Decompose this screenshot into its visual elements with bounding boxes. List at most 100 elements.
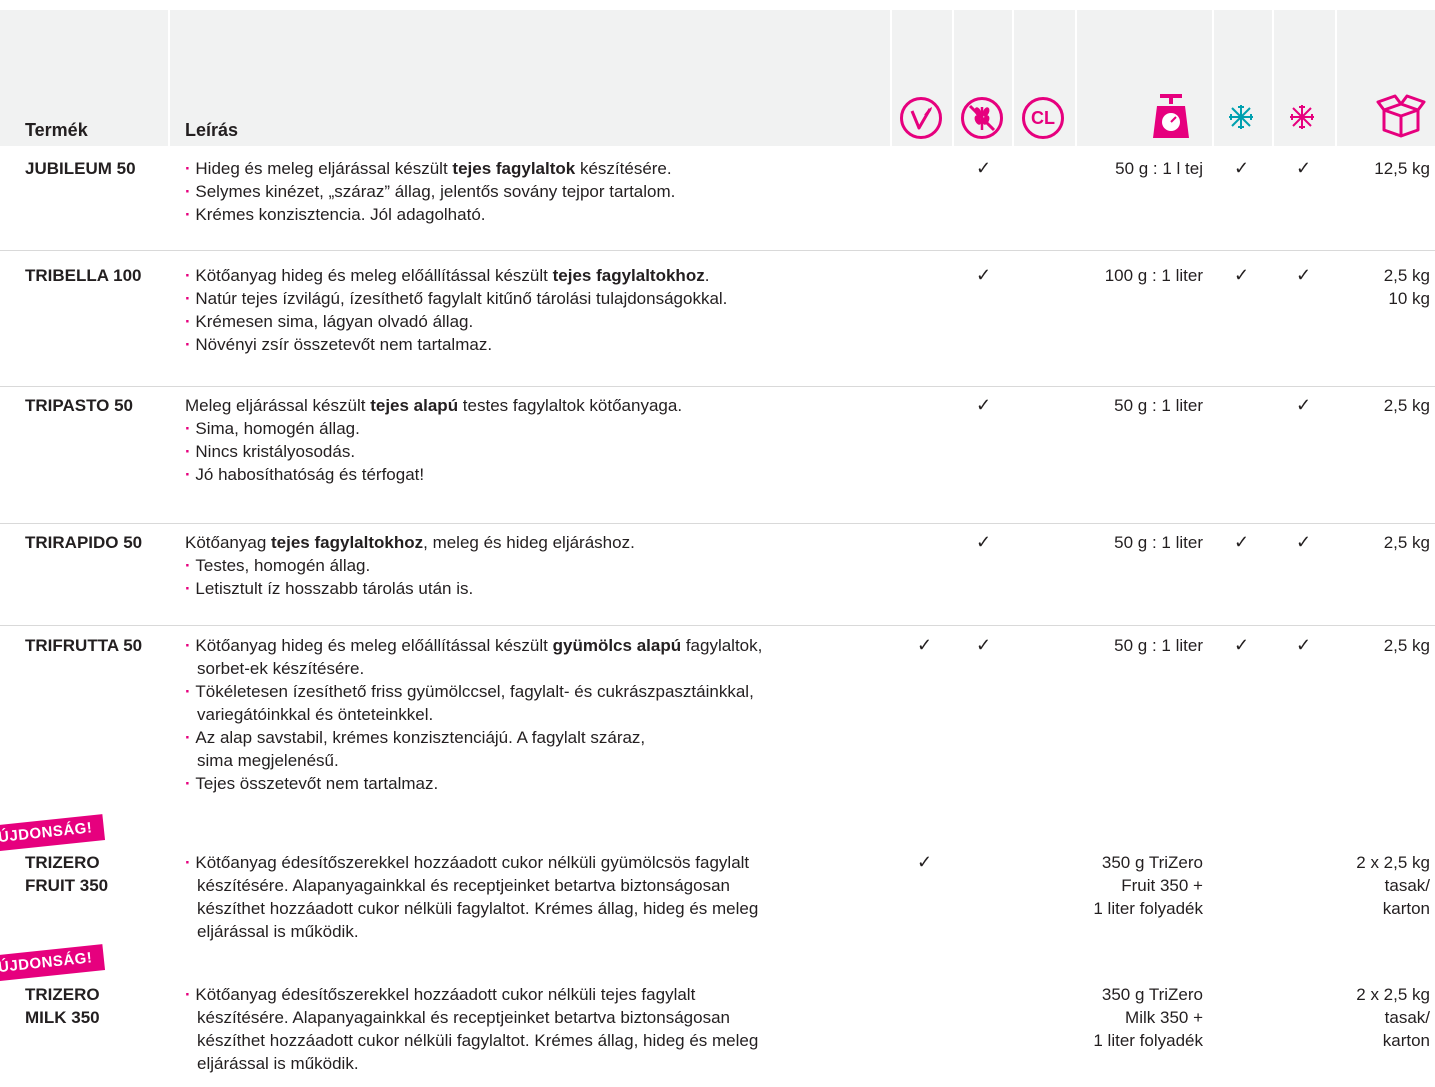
dosage-line: Fruit 350 + [1121,876,1203,895]
freezer-pink-check: ✓ [1296,532,1312,552]
product-name: TRIFRUTTA 50 [25,634,142,657]
description-text: Növényi zsír összetevőt nem tartalmaz. [195,335,493,354]
dosage-line: 1 liter folyadék [1093,899,1203,918]
description-text: testes fagylaltok kötőanyaga. [458,396,683,415]
description-text: sima megjelenésű. [197,751,339,770]
gluten-free-check: ✓ [976,635,992,655]
new-badge: ÚJDONSÁG! [0,814,106,852]
table-header: Termék Leírás CL [0,10,1435,146]
product-description: Meleg eljárással készült tejes alapú tes… [185,394,875,486]
description-line: sima megjelenésű. [185,749,875,772]
description-line: · Hideg és meleg eljárással készült teje… [185,157,875,180]
packaging: 2,5 kg 10 kg [1384,264,1430,310]
description-line: · Az alap savstabil, krémes konzisztenci… [185,726,875,749]
description-line: · Kötőanyag hideg és meleg előállítással… [185,264,875,287]
product-description: · Hideg és meleg eljárással készült teje… [185,157,875,226]
dosage-line: 1 liter folyadék [1093,1031,1203,1050]
bullet-marker: · [185,985,196,1004]
packaging-line: 2,5 kg [1383,533,1430,552]
packaging: 2,5 kg [1384,394,1430,417]
description-text: Letisztult íz hosszabb tárolás után is. [195,579,474,598]
packaging-line: 12,5 kg [1374,159,1430,178]
dosage: 50 g : 1 liter [1114,394,1203,417]
row-divider [0,250,1435,251]
packaging: 2,5 kg [1384,531,1430,554]
description-line: eljárással is működik. [185,1052,875,1075]
description-line: · Növényi zsír összetevőt nem tartalmaz. [185,333,875,356]
scale-icon [1153,94,1189,138]
packaging-line: karton [1382,899,1430,918]
product-name: JUBILEUM 50 [25,157,136,180]
description-text: Jó habosíthatóság és térfogat! [195,465,425,484]
description-line: · Natúr tejes ízvilágú, ízesíthető fagyl… [185,287,875,310]
product-name: TRIPASTO 50 [25,394,133,417]
bullet-marker: · [185,335,196,354]
description-text: Kötőanyag édesítőszerekkel hozzáadott cu… [195,853,750,872]
description-line: variegátóinkkal és önteteinkkel. [185,703,875,726]
snowflake-cyan-icon [1229,105,1253,129]
freezer-pink-check: ✓ [1296,395,1312,415]
bullet-marker: · [185,682,196,701]
packaging-line: 2,5 kg [1383,266,1430,285]
product-name-line: FRUIT 350 [25,876,109,895]
gluten-free-check: ✓ [976,395,992,415]
product-name-line: TRIPASTO 50 [25,396,134,415]
packaging-line: tasak/ [1384,1008,1430,1027]
description-text: Selymes kinézet, „száraz” állag, jelentő… [195,182,676,201]
vegan-check: ✓ [917,852,933,872]
snowflake-pink-icon [1290,105,1314,129]
description-text: Kötőanyag hideg és meleg előállítással k… [195,266,553,285]
packaging-line: 2,5 kg [1383,396,1430,415]
new-badge: ÚJDONSÁG! [0,944,106,982]
dosage-line: 100 g : 1 liter [1104,266,1203,285]
description-text: Kötőanyag hideg és meleg előállítással k… [195,636,553,655]
description-text: Krémesen sima, lágyan olvadó állag. [195,312,474,331]
description-line: készítésére. Alapanyagainkkal és receptj… [185,1006,875,1029]
dosage: 350 g TriZero Milk 350 + 1 liter folyadék [1093,983,1203,1052]
description-line: · Testes, homogén állag. [185,554,875,577]
product-description: · Kötőanyag hideg és meleg előállítással… [185,634,875,795]
product-name: TRIRAPIDO 50 [25,531,142,554]
product-name: TRIZERO FRUIT 350 [25,851,108,897]
product-name-line: TRIFRUTTA 50 [25,636,143,655]
description-line: · Letisztult íz hosszabb tárolás után is… [185,577,875,600]
clean-label-text: CL [1031,108,1055,128]
description-highlight: tejes fagylaltok [452,159,576,178]
description-line: · Selymes kinézet, „száraz” állag, jelen… [185,180,875,203]
product-name-line: TRIZERO [25,853,100,872]
header-divider [1335,10,1337,146]
description-text: készítésére. Alapanyagainkkal és receptj… [197,1008,730,1027]
header-divider [890,10,892,146]
product-name-line: TRIZERO [25,985,100,1004]
header-divider [1272,10,1274,146]
description-text: Tökéletesen ízesíthető friss gyümölccsel… [195,682,754,701]
description-text: eljárással is működik. [197,1054,359,1073]
product-name-line: TRIBELLA 100 [25,266,142,285]
description-text: Natúr tejes ízvilágú, ízesíthető fagylal… [195,289,728,308]
description-line: · Krémes konzisztencia. Jól adagolható. [185,203,875,226]
bullet-marker: · [185,289,196,308]
row-divider [0,386,1435,387]
vegan-icon [900,97,942,139]
vegan-check: ✓ [917,635,933,655]
product-name-line: MILK 350 [25,1008,100,1027]
bullet-marker: · [185,465,196,484]
packaging: 12,5 kg [1374,157,1430,180]
description-text: sorbet-ek készítésére. [197,659,365,678]
packaging: 2,5 kg [1384,634,1430,657]
dosage-line: 50 g : 1 l tej [1115,159,1203,178]
dosage-line: 50 g : 1 liter [1114,533,1203,552]
bullet-marker: · [185,636,196,655]
packaging: 2 x 2,5 kg tasak/karton [1356,851,1430,920]
description-line: · Krémesen sima, lágyan olvadó állag. [185,310,875,333]
product-description: · Kötőanyag édesítőszerekkel hozzáadott … [185,851,875,943]
product-description: · Kötőanyag édesítőszerekkel hozzáadott … [185,983,875,1075]
description-highlight: gyümölcs alapú [552,636,682,655]
dosage: 50 g : 1 l tej [1115,157,1203,180]
freezer-pink-check: ✓ [1296,265,1312,285]
description-line: eljárással is működik. [185,920,875,943]
description-text: , meleg és hideg eljáráshoz. [423,533,635,552]
product-name-line: TRIRAPIDO 50 [25,533,143,552]
description-line: · Nincs kristályosodás. [185,440,875,463]
box-icon [1376,94,1426,138]
